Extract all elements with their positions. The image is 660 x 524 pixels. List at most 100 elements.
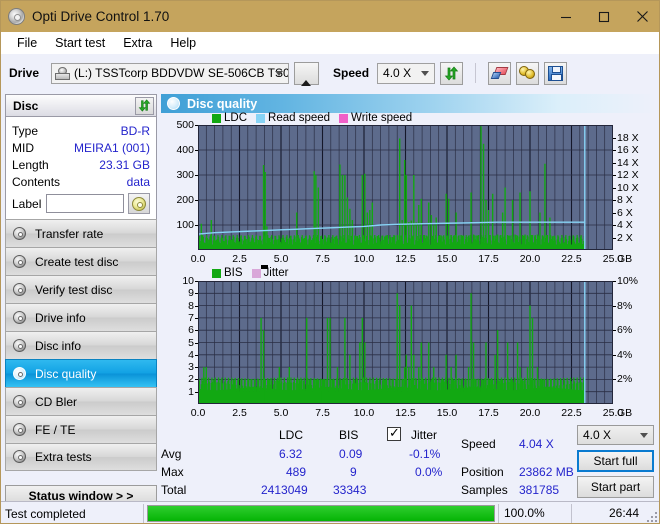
disc-mid-label: MID — [12, 140, 34, 155]
status-separator — [571, 504, 572, 523]
avg-ldc-value: 6.32 — [279, 447, 303, 461]
x-axis-tick: 5.0 — [273, 407, 289, 419]
x-axis-tick: 12.5 — [395, 253, 416, 265]
stats-panel: LDC BIS Jitter Avg 6.32 0.09 -0.1% Max 4… — [161, 425, 657, 498]
y-axis-tick: 1 — [188, 385, 194, 398]
y-axis-tickmark — [195, 125, 198, 126]
disc-icon — [12, 254, 28, 270]
sidebar-item-verify-test-disc[interactable]: Verify test disc — [5, 275, 157, 303]
avg-bis-value: 0.09 — [339, 447, 363, 461]
eject-button[interactable] — [294, 61, 320, 86]
speed-stat-value: 4.04 X — [519, 437, 554, 451]
legend-item: Read speed — [256, 112, 330, 124]
close-icon[interactable] — [623, 1, 659, 32]
y2-axis-tickmark — [613, 200, 616, 201]
start-full-button[interactable]: Start full — [577, 450, 654, 472]
menu-file[interactable]: File — [8, 34, 46, 52]
disc-row-type: Type BD-R — [12, 122, 150, 139]
save-icon — [548, 65, 564, 81]
legend-label: LDC — [224, 112, 248, 124]
total-bis-value: 33343 — [333, 483, 367, 497]
disc-label-caption: Label — [12, 196, 42, 211]
stats-col-bis: BIS — [339, 428, 359, 442]
sidebar-item-disc-info[interactable]: Disc info — [5, 331, 157, 359]
sidebar-item-cd-bler[interactable]: CD Bler — [5, 387, 157, 415]
sidebar-item-disc-quality[interactable]: Disc quality — [5, 359, 157, 387]
y2-axis-tick: 8% — [617, 299, 633, 312]
y2-axis-tick: 10 X — [617, 181, 639, 194]
legend-item: Jitter — [251, 267, 288, 279]
y2-axis-tickmark — [613, 162, 616, 164]
sidebar-item-drive-info[interactable]: Drive info — [5, 303, 157, 331]
disc-label-button[interactable] — [128, 193, 150, 214]
disc-panel-header: Disc — [5, 94, 157, 116]
save-button[interactable] — [544, 61, 568, 85]
disc-icon — [12, 310, 28, 326]
menu-extra[interactable]: Extra — [114, 34, 161, 52]
sidebar-item-extra-tests[interactable]: Extra tests — [5, 443, 157, 471]
legend-label: Write speed — [351, 112, 413, 124]
y2-axis-tickmark — [613, 225, 616, 226]
y-axis-tick: 3 — [188, 361, 194, 374]
y2-axis-tickmark — [613, 305, 616, 307]
y2-axis-tick: 14 X — [617, 156, 639, 169]
start-part-button[interactable]: Start part — [577, 476, 654, 498]
y-axis-tickmark — [195, 225, 198, 226]
max-bis-value: 9 — [350, 465, 357, 479]
y-axis-tickmark — [195, 305, 198, 307]
speed-select[interactable]: 4.0 X — [377, 62, 436, 84]
x-axis-unit: GB — [617, 253, 633, 265]
stats-col-ldc: LDC — [279, 428, 304, 442]
y-axis-tickmark — [195, 281, 198, 282]
disc-label-input[interactable] — [46, 194, 125, 213]
plot-area — [198, 125, 613, 250]
erase-icon — [490, 66, 509, 80]
speed-stat-label: Speed — [461, 437, 496, 451]
x-axis-tick: 20.0 — [519, 407, 541, 419]
content-title: Disc quality — [187, 96, 258, 111]
y2-axis-tick: 18 X — [617, 131, 639, 144]
test-speed-value: 4.0 X — [583, 428, 612, 442]
x-axis-tick: 5.0 — [273, 253, 289, 265]
y2-axis-tickmark — [613, 150, 616, 151]
menu-start-test[interactable]: Start test — [46, 34, 114, 52]
sidebar-item-create-test-disc[interactable]: Create test disc — [5, 247, 157, 275]
disc-quality-icon — [167, 97, 180, 110]
y2-axis-tickmark — [613, 330, 616, 332]
y-axis-tick: 300 — [176, 169, 194, 181]
toolbar-separator — [475, 63, 477, 83]
disc-tools-button[interactable] — [516, 61, 540, 85]
y2-axis-tick: 6 X — [617, 206, 633, 219]
legend-label: Read speed — [268, 112, 331, 124]
position-label: Position — [461, 465, 504, 479]
disc-length-value: 23.31 GB — [99, 157, 150, 172]
disc-icon — [12, 338, 28, 354]
minimize-icon[interactable] — [547, 1, 585, 32]
test-speed-select[interactable]: 4.0 X — [577, 425, 654, 445]
erase-button[interactable] — [488, 61, 512, 85]
y-axis-tickmark — [195, 317, 198, 319]
refresh-button[interactable] — [440, 61, 464, 85]
menu-help[interactable]: Help — [161, 34, 205, 52]
legend-swatch — [251, 268, 261, 278]
disc-row-mid: MID MEIRA1 (001) — [12, 139, 150, 156]
y-axis-tick: 500 — [176, 119, 194, 131]
maximize-icon[interactable] — [585, 1, 623, 32]
disc-length-label: Length — [12, 157, 49, 172]
bis-chart: BIS Jitter 1 2 3 4 5 6 7 8 9 10 2% 4% 6% 8% 10% 0.0 2.5 5.0… — [161, 94, 657, 419]
disc-refresh-button[interactable] — [135, 96, 154, 115]
progress-bar-fill — [148, 506, 494, 521]
y2-axis-tickmark — [613, 379, 616, 381]
jitter-checkbox[interactable] — [387, 425, 401, 441]
progress-bar — [147, 505, 495, 522]
sidebar-item-transfer-rate[interactable]: Transfer rate — [5, 219, 157, 247]
chart-legend: BIS Jitter — [212, 267, 293, 279]
y-axis-tick: 7 — [188, 311, 194, 324]
menu-bar: File Start test Extra Help — [1, 32, 659, 54]
sidebar-item-fe-te[interactable]: FE / TE — [5, 415, 157, 443]
max-ldc-value: 489 — [286, 465, 307, 479]
x-axis-tick: 0.0 — [190, 253, 206, 265]
disc-icon — [12, 282, 28, 298]
drive-select[interactable]: (L:) TSSTcorp BDDVDW SE-506CB TS02 — [51, 62, 290, 84]
resize-grip[interactable] — [647, 512, 658, 523]
